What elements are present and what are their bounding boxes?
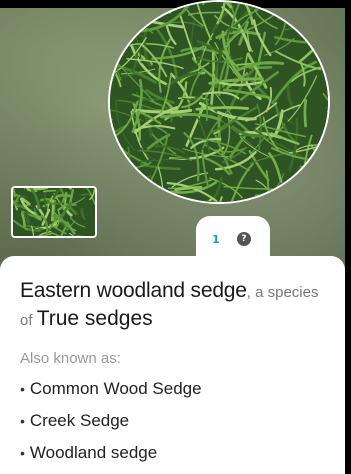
help-button[interactable]: ?: [235, 230, 253, 248]
list-item: • Common Wood Sedge: [20, 379, 202, 398]
species-title: Eastern woodland sedge, a species: [20, 278, 318, 303]
grass-blade: [303, 99, 308, 128]
grass-thumbnail-icon: [13, 188, 95, 236]
genus-line: of True sedges: [20, 307, 153, 331]
list-item: • Woodland sedge: [20, 443, 158, 462]
species-name: Eastern woodland sedge: [20, 279, 247, 302]
bullet-icon: •: [20, 413, 25, 429]
photo-thumbnail[interactable]: [11, 186, 97, 238]
list-item: • Creek Sedge: [20, 411, 130, 430]
also-known-as-heading: Also known as:: [20, 350, 121, 367]
species-suffix: , a species: [246, 284, 319, 301]
bullet-icon: •: [20, 381, 25, 397]
also-known-as-list: • Common Wood Sedge • Creek Sedge • Woodlan…: [20, 378, 202, 474]
bullet-icon: •: [20, 445, 25, 461]
grass-blade: [42, 189, 57, 193]
genus-link[interactable]: True sedges: [37, 307, 153, 330]
screen-edge: [345, 0, 351, 474]
question-icon: ?: [237, 232, 251, 246]
main-plant-photo[interactable]: [108, 0, 330, 204]
screen: 1 ? Eastern woodland sedge, a species of…: [0, 0, 351, 474]
page-1-button[interactable]: 1: [205, 228, 227, 250]
result-pager: 1 ?: [205, 228, 253, 250]
grass-blade: [73, 235, 84, 236]
grass-photo-icon: [110, 2, 328, 202]
of-label: of: [20, 312, 37, 329]
